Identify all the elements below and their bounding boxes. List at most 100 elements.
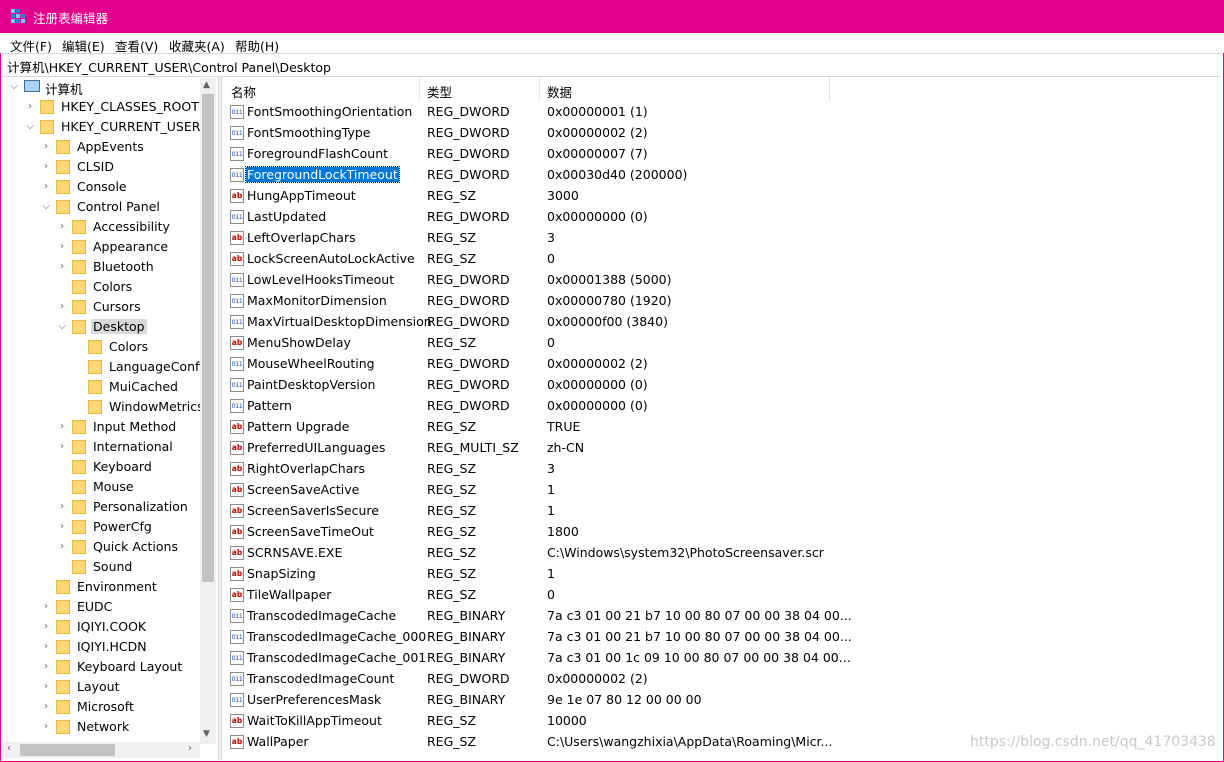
tree-item[interactable]: MuiCached <box>3 377 217 397</box>
value-row[interactable]: 011 LastUpdated REG_DWORD 0x00000000 (0) <box>223 207 1222 228</box>
tree-item[interactable]: › International <box>3 437 217 457</box>
value-row[interactable]: ab MenuShowDelay REG_SZ 0 <box>223 333 1222 354</box>
value-row[interactable]: 011 TranscodedImageCount REG_DWORD 0x000000… <box>223 669 1222 690</box>
tree-item[interactable]: ⌵ Desktop <box>3 317 217 337</box>
title-bar[interactable]: 注册表编辑器 <box>0 0 1224 33</box>
value-row[interactable]: 011 LowLevelHooksTimeout REG_DWORD 0x000013… <box>223 270 1222 291</box>
value-row[interactable]: ab LeftOverlapChars REG_SZ 3 <box>223 228 1222 249</box>
tree-item[interactable]: › Appearance <box>3 237 217 257</box>
tree-item[interactable]: WindowMetrics <box>3 397 217 417</box>
value-row[interactable]: 011 TranscodedImageCache_001 REG_BINARY 7a … <box>223 648 1222 669</box>
chevron-right-icon[interactable]: › <box>41 721 51 733</box>
tree-item[interactable]: › Quick Actions <box>3 537 217 557</box>
tree-item[interactable]: › Keyboard Layout <box>3 657 217 677</box>
scroll-down-icon[interactable]: ▼ <box>203 729 210 739</box>
chevron-right-icon[interactable]: › <box>41 681 51 693</box>
scroll-right-icon[interactable]: › <box>188 743 192 754</box>
chevron-down-icon[interactable]: ⌵ <box>25 121 35 133</box>
scroll-up-icon[interactable]: ▲ <box>203 80 210 90</box>
scroll-left-icon[interactable]: ‹ <box>7 743 11 754</box>
column-header-name[interactable]: 名称 <box>223 77 420 101</box>
value-row[interactable]: ab LockScreenAutoLockActive REG_SZ 0 <box>223 249 1222 270</box>
tree-horizontal-scrollbar[interactable]: ‹ › <box>3 742 200 758</box>
tree-item[interactable]: Colors <box>3 337 217 357</box>
value-row[interactable]: 011 TranscodedImageCache_000 REG_BINARY 7a … <box>223 627 1222 648</box>
value-row[interactable]: ab SCRNSAVE.EXE REG_SZ C:\Windows\system32\… <box>223 543 1222 564</box>
column-header-data[interactable]: 数据 <box>539 77 830 101</box>
chevron-right-icon[interactable]: › <box>41 601 51 613</box>
value-row[interactable]: ab WaitToKillAppTimeout REG_SZ 10000 <box>223 711 1222 732</box>
value-row[interactable]: ab HungAppTimeout REG_SZ 3000 <box>223 186 1222 207</box>
tree-item[interactable]: › Accessibility <box>3 217 217 237</box>
value-row[interactable]: 011 MaxMonitorDimension REG_DWORD 0x0000078… <box>223 291 1222 312</box>
value-row[interactable]: 011 ForegroundFlashCount REG_DWORD 0x000000… <box>223 144 1222 165</box>
chevron-right-icon[interactable]: › <box>57 541 67 553</box>
chevron-right-icon[interactable]: › <box>57 421 67 433</box>
tree-item[interactable]: › PowerCfg <box>3 517 217 537</box>
chevron-right-icon[interactable]: › <box>41 181 51 193</box>
tree-item[interactable]: LanguageConfig <box>3 357 217 377</box>
tree-item[interactable]: › Console <box>3 177 217 197</box>
value-row[interactable]: ab Pattern Upgrade REG_SZ TRUE <box>223 417 1222 438</box>
pane-splitter[interactable] <box>218 77 222 760</box>
value-row[interactable]: 011 MouseWheelRouting REG_DWORD 0x00000002 … <box>223 354 1222 375</box>
tree-item[interactable]: › Microsoft <box>3 697 217 717</box>
chevron-right-icon[interactable]: › <box>57 301 67 313</box>
tree-item[interactable]: Mouse <box>3 477 217 497</box>
chevron-right-icon[interactable]: › <box>57 261 67 273</box>
tree-item[interactable]: › HKEY_CLASSES_ROOT <box>3 97 217 117</box>
tree-item[interactable]: Sound <box>3 557 217 577</box>
tree-item[interactable]: Keyboard <box>3 457 217 477</box>
chevron-right-icon[interactable]: › <box>41 701 51 713</box>
value-row[interactable]: ab ScreenSaverIsSecure REG_SZ 1 <box>223 501 1222 522</box>
column-header-type[interactable]: 类型 <box>419 77 540 101</box>
value-row[interactable]: ab TileWallpaper REG_SZ 0 <box>223 585 1222 606</box>
tree-item[interactable]: ⌵ HKEY_CURRENT_USER <box>3 117 217 137</box>
chevron-right-icon[interactable]: › <box>57 241 67 253</box>
value-row[interactable]: 011 FontSmoothingOrientation REG_DWORD 0x00… <box>223 102 1222 123</box>
tree-item[interactable]: › EUDC <box>3 597 217 617</box>
tree-item[interactable]: › Layout <box>3 677 217 697</box>
chevron-down-icon[interactable]: ⌵ <box>41 201 51 213</box>
tree-item[interactable]: › Cursors <box>3 297 217 317</box>
chevron-right-icon[interactable]: › <box>41 621 51 633</box>
value-row[interactable]: 011 ForegroundLockTimeout REG_DWORD 0x00030… <box>223 165 1222 186</box>
chevron-right-icon[interactable]: › <box>57 441 67 453</box>
chevron-down-icon[interactable]: ⌵ <box>57 321 67 333</box>
value-row[interactable]: 011 TranscodedImageCache REG_BINARY 7a c3 0… <box>223 606 1222 627</box>
scroll-thumb[interactable] <box>202 94 214 582</box>
tree-item[interactable]: › Personalization <box>3 497 217 517</box>
tree-vertical-scrollbar[interactable]: ▲ ▼ <box>200 78 216 744</box>
tree-item[interactable]: › CLSID <box>3 157 217 177</box>
value-row[interactable]: ab RightOverlapChars REG_SZ 3 <box>223 459 1222 480</box>
tree-item[interactable]: › Bluetooth <box>3 257 217 277</box>
chevron-right-icon[interactable]: › <box>41 161 51 173</box>
tree-item[interactable]: › Input Method <box>3 417 217 437</box>
tree-item[interactable]: › Network <box>3 717 217 737</box>
value-row[interactable]: ab ScreenSaveTimeOut REG_SZ 1800 <box>223 522 1222 543</box>
tree-item[interactable]: › AppEvents <box>3 137 217 157</box>
address-path[interactable]: 计算机\HKEY_CURRENT_USER\Control Panel\Desk… <box>7 57 331 76</box>
address-bar[interactable]: 计算机\HKEY_CURRENT_USER\Control Panel\Desk… <box>2 53 1220 77</box>
value-row[interactable]: 011 FontSmoothingType REG_DWORD 0x00000002 … <box>223 123 1222 144</box>
chevron-right-icon[interactable]: › <box>41 661 51 673</box>
value-row[interactable]: 011 UserPreferencesMask REG_BINARY 9e 1e 07… <box>223 690 1222 711</box>
chevron-down-icon[interactable]: ⌵ <box>9 81 19 93</box>
value-row[interactable]: ab ScreenSaveActive REG_SZ 1 <box>223 480 1222 501</box>
value-row[interactable]: ab SnapSizing REG_SZ 1 <box>223 564 1222 585</box>
chevron-right-icon[interactable]: › <box>57 521 67 533</box>
value-row[interactable]: 011 Pattern REG_DWORD 0x00000000 (0) <box>223 396 1222 417</box>
chevron-right-icon[interactable]: › <box>57 221 67 233</box>
tree-item[interactable]: ⌵ Control Panel <box>3 197 217 217</box>
chevron-right-icon[interactable]: › <box>25 101 35 113</box>
value-row[interactable]: ab PreferredUILanguages REG_MULTI_SZ zh-CN <box>223 438 1222 459</box>
tree-item[interactable]: › IQIYI.HCDN <box>3 637 217 657</box>
value-row[interactable]: 011 PaintDesktopVersion REG_DWORD 0x0000000… <box>223 375 1222 396</box>
value-row[interactable]: 011 MaxVirtualDesktopDimension REG_DWORD 0x… <box>223 312 1222 333</box>
chevron-right-icon[interactable]: › <box>57 501 67 513</box>
tree-item[interactable]: Colors <box>3 277 217 297</box>
tree-item[interactable]: ⌵ 计算机 <box>3 77 217 97</box>
chevron-right-icon[interactable]: › <box>41 141 51 153</box>
chevron-right-icon[interactable]: › <box>41 641 51 653</box>
tree-item[interactable]: › IQIYI.COOK <box>3 617 217 637</box>
